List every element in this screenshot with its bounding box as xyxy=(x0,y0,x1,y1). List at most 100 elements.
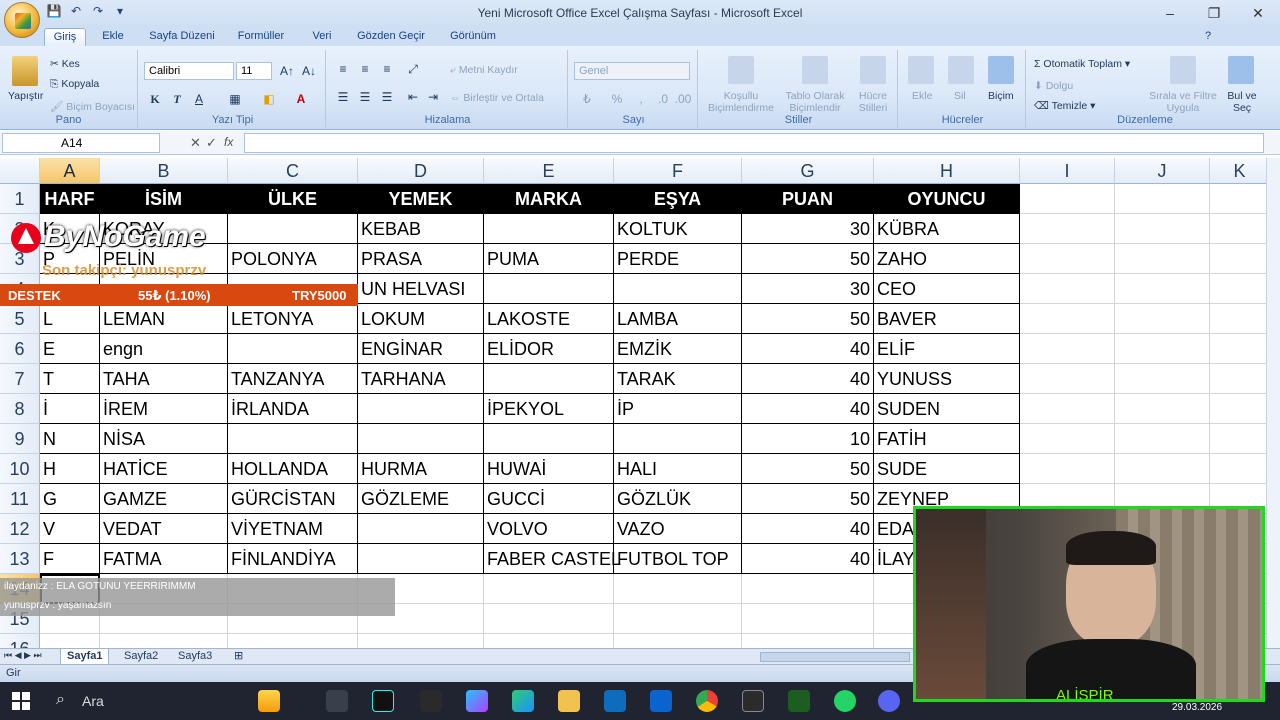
insert-cells-button[interactable]: Ekle xyxy=(912,90,932,102)
currency-icon[interactable]: ₺ xyxy=(578,90,596,108)
number-format-select[interactable]: Genel xyxy=(574,62,690,80)
table-cell[interactable]: 30 xyxy=(742,274,874,304)
empty-cell[interactable] xyxy=(614,634,742,648)
increase-decimal-icon[interactable]: .0 xyxy=(654,90,672,108)
empty-cell[interactable] xyxy=(1115,184,1210,214)
find-select-icon[interactable] xyxy=(1228,56,1254,84)
table-cell[interactable]: GUCCİ xyxy=(484,484,614,514)
table-cell[interactable]: FATMA xyxy=(100,544,228,574)
close-button[interactable]: ✕ xyxy=(1238,2,1278,24)
table-cell[interactable]: NİSA xyxy=(100,424,228,454)
wrap-text-button[interactable]: ⤶ Metni Kaydır xyxy=(450,64,518,77)
empty-cell[interactable] xyxy=(1115,334,1210,364)
table-cell[interactable]: İPEKYOL xyxy=(484,394,614,424)
table-format-icon[interactable] xyxy=(802,56,828,84)
table-cell[interactable]: HURMA xyxy=(358,454,484,484)
tiktok-icon[interactable] xyxy=(372,690,394,712)
table-cell[interactable]: 50 xyxy=(742,304,874,334)
sheet-tab-sayfa1[interactable]: Sayfa1 xyxy=(60,649,110,665)
table-cell[interactable]: PUMA xyxy=(484,244,614,274)
minimize-button[interactable]: – xyxy=(1150,2,1190,24)
cell-styles-icon[interactable] xyxy=(860,56,886,84)
table-cell[interactable]: İP xyxy=(614,394,742,424)
align-top-icon[interactable]: ≡ xyxy=(334,60,352,78)
table-cell[interactable]: H xyxy=(40,454,100,484)
format-cells-icon[interactable] xyxy=(988,56,1014,84)
table-cell[interactable]: FİNLANDİYA xyxy=(228,544,358,574)
empty-cell[interactable] xyxy=(1210,424,1270,454)
table-cell[interactable] xyxy=(358,544,484,574)
copilot-icon[interactable] xyxy=(466,690,488,712)
font-size-select[interactable]: 11 xyxy=(236,62,272,80)
outlook-icon[interactable] xyxy=(650,690,672,712)
paste-icon[interactable] xyxy=(12,56,38,86)
empty-cell[interactable] xyxy=(1210,274,1270,304)
column-header-g[interactable]: G xyxy=(742,158,874,184)
table-cell[interactable] xyxy=(484,214,614,244)
table-cell[interactable]: GÜRCİSTAN xyxy=(228,484,358,514)
table-cell[interactable]: UN HELVASI xyxy=(358,274,484,304)
empty-cell[interactable] xyxy=(742,634,874,648)
row-header-1[interactable]: 1 xyxy=(0,184,40,214)
table-cell[interactable]: EMZİK xyxy=(614,334,742,364)
table-cell[interactable]: TARHANA xyxy=(358,364,484,394)
empty-cell[interactable] xyxy=(358,634,484,648)
table-cell[interactable] xyxy=(484,424,614,454)
empty-cell[interactable] xyxy=(484,604,614,634)
table-cell[interactable] xyxy=(484,274,614,304)
table-cell[interactable]: FABER CASTEL xyxy=(484,544,621,574)
empty-cell[interactable] xyxy=(1020,334,1115,364)
comma-icon[interactable]: , xyxy=(632,90,650,108)
table-cell[interactable]: LAMBA xyxy=(614,304,742,334)
table-cell[interactable]: T xyxy=(40,364,100,394)
table-cell[interactable]: TAHA xyxy=(100,364,228,394)
row-header-11[interactable]: 11 xyxy=(0,484,40,514)
merge-center-button[interactable]: ⇔ Birleştir ve Ortala xyxy=(450,92,544,104)
delete-cells-icon[interactable] xyxy=(948,56,974,84)
table-format-button[interactable]: Tablo Olarak Biçimlendir xyxy=(780,90,850,114)
empty-cell[interactable] xyxy=(1020,454,1115,484)
border-icon[interactable]: ▦ xyxy=(226,90,244,108)
table-cell[interactable] xyxy=(228,334,358,364)
table-cell[interactable]: TANZANYA xyxy=(228,364,358,394)
help-icon[interactable]: ? xyxy=(1200,28,1216,46)
row-header-7[interactable]: 7 xyxy=(0,364,40,394)
delete-cells-button[interactable]: Sil xyxy=(954,90,966,102)
table-header-cell[interactable]: EŞYA xyxy=(614,184,742,214)
align-middle-icon[interactable]: ≡ xyxy=(356,60,374,78)
underline-button[interactable]: A xyxy=(190,90,208,108)
align-bottom-icon[interactable]: ≡ xyxy=(378,60,396,78)
chrome-icon[interactable] xyxy=(696,690,718,712)
column-header-f[interactable]: F xyxy=(614,158,742,184)
tab-sayfa-duzeni[interactable]: Sayfa Düzeni xyxy=(144,28,220,46)
table-cell[interactable]: L xyxy=(40,304,100,334)
table-cell[interactable]: 40 xyxy=(742,334,874,364)
table-cell[interactable]: HATİCE xyxy=(100,454,228,484)
row-header-13[interactable]: 13 xyxy=(0,544,40,574)
table-cell[interactable]: PERDE xyxy=(614,244,742,274)
table-cell[interactable]: 40 xyxy=(742,394,874,424)
empty-cell[interactable] xyxy=(1020,304,1115,334)
table-cell[interactable]: 10 xyxy=(742,424,874,454)
font-name-select[interactable]: Calibri xyxy=(144,62,234,80)
windows-start-icon[interactable] xyxy=(12,692,30,710)
store-icon[interactable] xyxy=(604,690,626,712)
decrease-indent-icon[interactable]: ⇤ xyxy=(404,88,422,106)
table-header-cell[interactable]: YEMEK xyxy=(358,184,484,214)
table-cell[interactable]: SUDE xyxy=(874,454,1020,484)
table-cell[interactable]: İ xyxy=(40,394,100,424)
table-cell[interactable]: TARAK xyxy=(614,364,742,394)
table-cell[interactable]: LAKOSTE xyxy=(484,304,614,334)
column-header-c[interactable]: C xyxy=(228,158,358,184)
column-header-a[interactable]: A xyxy=(40,158,100,184)
table-cell[interactable]: ELİDOR xyxy=(484,334,614,364)
copilot-sparkle-icon[interactable] xyxy=(258,690,280,712)
tab-giris[interactable]: Giriş xyxy=(44,28,86,46)
column-header-i[interactable]: I xyxy=(1020,158,1115,184)
table-cell[interactable]: 30 xyxy=(742,214,874,244)
table-cell[interactable]: GÖZLÜK xyxy=(614,484,742,514)
row-header-9[interactable]: 9 xyxy=(0,424,40,454)
table-cell[interactable] xyxy=(484,364,614,394)
table-cell[interactable]: E xyxy=(40,334,100,364)
table-cell[interactable]: LOKUM xyxy=(358,304,484,334)
